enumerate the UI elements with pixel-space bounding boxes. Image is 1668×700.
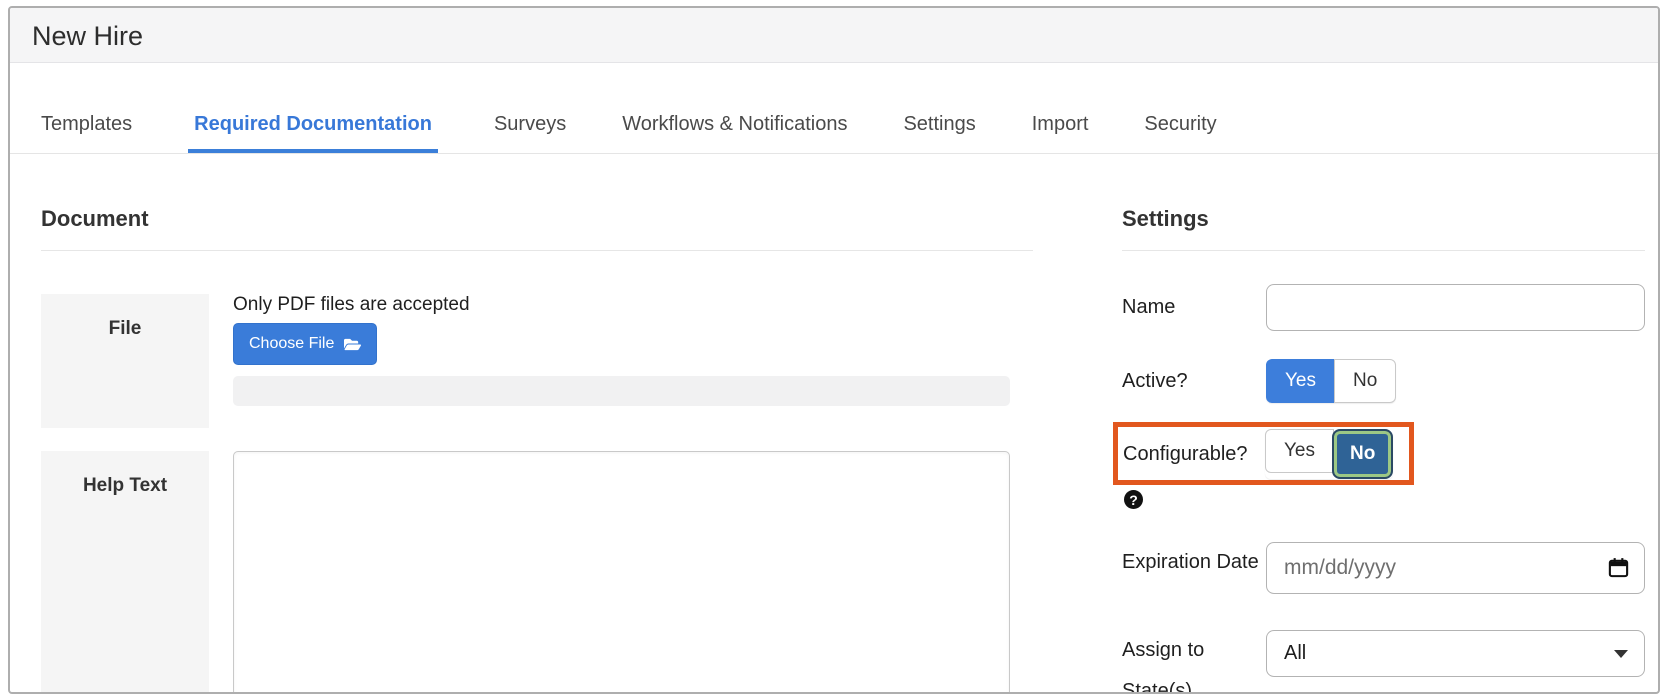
settings-heading: Settings [1122,204,1645,251]
tab-settings[interactable]: Settings [903,98,975,153]
tab-security[interactable]: Security [1144,98,1216,153]
active-toggle-group: Yes No [1266,359,1396,403]
app-frame: New Hire Templates Required Documentatio… [8,6,1660,694]
document-section: Document File Only PDF files are accepte… [41,204,1033,694]
help-text-label: Help Text [41,451,209,694]
tab-surveys[interactable]: Surveys [494,98,566,153]
active-no-button[interactable]: No [1334,359,1396,403]
chevron-down-icon [1614,650,1628,658]
assign-to-states-value: All [1284,642,1306,665]
page-title: New Hire [32,16,143,56]
active-yes-button[interactable]: Yes [1266,359,1335,403]
assign-to-states-row: Assign to State(s) All [1122,630,1645,694]
configurable-no-button[interactable]: No [1332,429,1393,479]
folder-open-icon [344,336,361,353]
assign-to-states-label: Assign to State(s) [1122,630,1266,694]
file-hint: Only PDF files are accepted [233,294,1010,316]
tab-workflows-notifications[interactable]: Workflows & Notifications [622,98,847,153]
assign-to-states-select[interactable]: All [1266,630,1645,677]
help-text-row: Help Text [41,451,1033,694]
expiration-date-input[interactable] [1266,542,1645,594]
file-label: File [41,294,209,428]
configurable-yes-button[interactable]: Yes [1265,429,1334,473]
choose-file-button[interactable]: Choose File [233,323,377,365]
active-row: Active? Yes No [1122,359,1645,403]
document-heading: Document [41,204,1033,251]
expiration-date-label: Expiration Date [1122,542,1266,583]
name-label: Name [1122,287,1266,328]
page-header: New Hire [10,8,1658,63]
configurable-row-highlight: Configurable? Yes No [1113,422,1414,485]
file-row: File Only PDF files are accepted Choose … [41,294,1033,428]
help-text-input[interactable] [233,451,1010,694]
tab-import[interactable]: Import [1032,98,1089,153]
active-label: Active? [1122,361,1266,402]
choose-file-label: Choose File [249,335,334,353]
name-input[interactable] [1266,284,1645,331]
name-row: Name [1122,284,1645,331]
calendar-icon[interactable] [1607,556,1630,579]
tab-required-documentation[interactable]: Required Documentation [188,98,438,153]
settings-section: Settings Name Active? Yes No Configurabl… [1122,204,1645,694]
question-circle-icon[interactable]: ? [1124,490,1143,509]
tab-bar: Templates Required Documentation Surveys… [10,98,1658,154]
help-text-controls [233,451,1010,694]
configurable-toggle-group: Yes No [1265,429,1393,479]
expiration-date-row: Expiration Date [1122,542,1645,594]
configurable-label: Configurable? [1123,443,1265,465]
file-controls: Only PDF files are accepted Choose File [233,294,1010,428]
tab-templates[interactable]: Templates [41,98,132,153]
upload-progress-bar [233,376,1010,406]
